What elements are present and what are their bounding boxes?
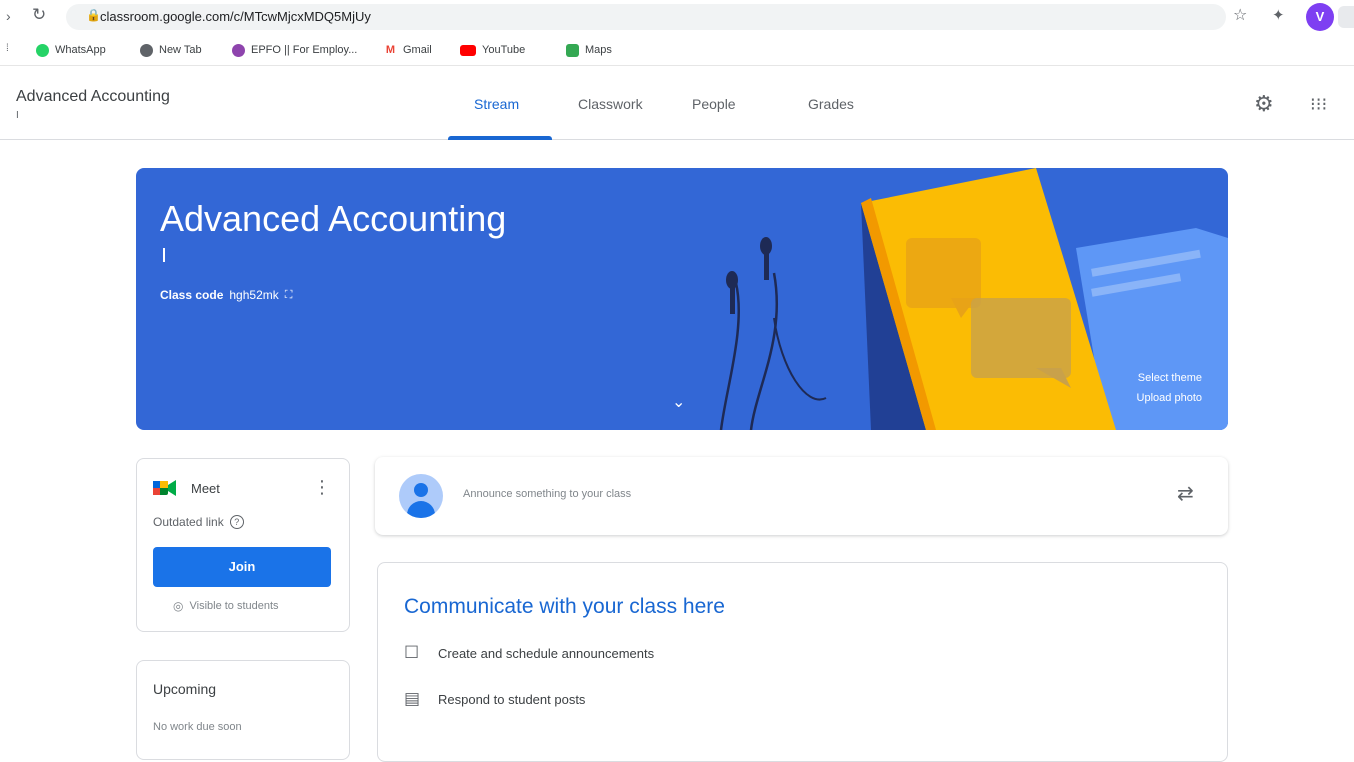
tab-grades[interactable]: Grades — [808, 96, 854, 112]
announcement-icon: ☐ — [404, 643, 420, 663]
repost-icon[interactable]: ⇄ — [1177, 481, 1194, 505]
bookmark-label: Maps — [585, 44, 612, 56]
browser-toolbar: › ↻ 🔒 classroom.google.com/c/MTcwMjcxMDQ… — [0, 0, 1354, 34]
bookmark-label: Gmail — [403, 44, 432, 56]
fullscreen-icon[interactable]: ⛶ — [285, 288, 293, 302]
avatar-head — [414, 483, 428, 497]
upcoming-subtitle: No work due soon — [153, 721, 242, 733]
bookmark-gmail[interactable]: M Gmail — [384, 42, 432, 58]
whatsapp-icon — [36, 43, 49, 57]
list-item: ☐ Create and schedule announcements — [404, 643, 654, 663]
user-avatar — [399, 474, 443, 518]
bookmark-label: EPFO || For Employ... — [251, 44, 358, 56]
select-theme-link[interactable]: Select theme — [1137, 368, 1202, 388]
tab-people[interactable]: People — [692, 96, 736, 112]
communicate-title: Communicate with your class here — [404, 595, 725, 618]
more-options-icon[interactable]: ⋮ — [313, 477, 331, 498]
tab-classwork[interactable]: Classwork — [578, 96, 643, 112]
banner-title[interactable]: Advanced Accounting — [160, 198, 506, 240]
list-item-label: Respond to student posts — [438, 691, 586, 707]
gmail-icon: M — [384, 43, 397, 57]
forward-icon[interactable]: › — [6, 8, 11, 24]
outdated-link-status: Outdated link ? — [153, 515, 244, 529]
meet-card: Meet ⋮ Outdated link ? Join ◎ Visible to… — [136, 458, 350, 632]
globe-icon — [140, 43, 153, 57]
epfo-icon — [232, 43, 245, 57]
list-item: ▤ Respond to student posts — [404, 689, 585, 709]
settings-icon[interactable]: ⚙ — [1254, 92, 1274, 117]
meet-label: Meet — [191, 481, 220, 496]
upcoming-title: Upcoming — [153, 681, 217, 697]
bookmark-label: YouTube — [482, 44, 526, 56]
announce-box[interactable]: Announce something to your class ⇄ — [375, 457, 1228, 535]
bookmark-label: New Tab — [159, 44, 202, 56]
classroom-header: Advanced Accounting I Stream Classwork P… — [0, 66, 1354, 140]
bookmark-star-icon[interactable]: ☆ — [1233, 5, 1247, 24]
class-banner: Advanced Accounting Class code hgh52mk ⛶… — [136, 168, 1228, 430]
help-icon[interactable]: ? — [229, 515, 244, 529]
class-name[interactable]: Advanced Accounting — [16, 88, 170, 106]
announce-placeholder[interactable]: Announce something to your class — [463, 488, 631, 500]
chevron-down-icon[interactable]: ⌄ — [672, 392, 685, 411]
bookmark-maps[interactable]: Maps — [566, 42, 612, 58]
bookmarks-bar: ⁞ WhatsApp New Tab EPFO || For Employ...… — [0, 34, 1354, 66]
lock-icon[interactable]: 🔒 — [86, 8, 101, 22]
upload-photo-link[interactable]: Upload photo — [1137, 388, 1202, 408]
bookmark-youtube[interactable]: YouTube — [460, 42, 525, 58]
class-code-value: hgh52mk — [229, 288, 279, 302]
visibility-note: ◎ Visible to students — [173, 599, 279, 613]
upcoming-card: Upcoming No work due soon — [136, 660, 350, 760]
reload-icon[interactable]: ↻ — [32, 5, 46, 25]
bookmark-new-tab[interactable]: New Tab — [140, 42, 202, 58]
bookmark-label: WhatsApp — [55, 44, 106, 56]
url-text[interactable]: classroom.google.com/c/MTcwMjcxMDQ5MjUy — [100, 9, 371, 24]
tab-stream[interactable]: Stream — [474, 96, 519, 112]
avatar-body — [407, 501, 435, 518]
profile-avatar[interactable]: V — [1306, 3, 1334, 31]
active-tab-indicator — [448, 136, 552, 140]
meet-icon — [153, 480, 176, 496]
apps-shortcut-icon[interactable]: ⁞ — [6, 43, 9, 54]
bookmark-whatsapp[interactable]: WhatsApp — [36, 42, 106, 58]
outdated-link-text: Outdated link — [153, 515, 224, 529]
eye-icon: ◎ — [173, 599, 184, 613]
communicate-card: Communicate with your class here ☐ Creat… — [377, 562, 1228, 762]
banner-actions: Select theme Upload photo — [1137, 368, 1202, 408]
list-item-label: Create and schedule announcements — [438, 645, 655, 661]
banner-section-marker — [163, 248, 165, 262]
address-bar[interactable]: 🔒 classroom.google.com/c/MTcwMjcxMDQ5MjU… — [66, 4, 1226, 30]
profile-menu-edge[interactable] — [1338, 6, 1354, 28]
extensions-icon[interactable]: ✦ — [1272, 6, 1285, 24]
post-icon: ▤ — [404, 689, 421, 709]
youtube-icon — [460, 44, 476, 56]
class-section: I — [16, 110, 19, 121]
join-button[interactable]: Join — [153, 547, 331, 587]
apps-grid-icon[interactable]: ⁝⁝⁝ — [1310, 94, 1327, 115]
class-code: Class code hgh52mk ⛶ — [160, 288, 292, 302]
bookmark-epfo[interactable]: EPFO || For Employ... — [232, 42, 357, 58]
maps-icon — [566, 43, 579, 57]
visibility-text: Visible to students — [189, 600, 279, 612]
class-code-label: Class code — [160, 288, 224, 302]
